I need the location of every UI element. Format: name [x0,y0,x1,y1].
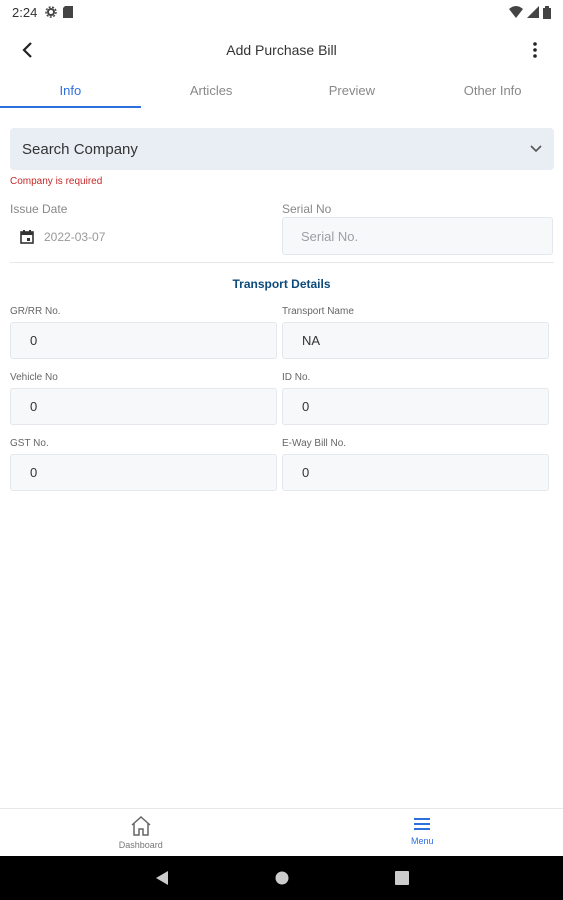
serial-no-label: Serial No [282,202,332,216]
circle-home-icon [275,871,289,885]
vehicle-no-input[interactable]: 0 [10,388,277,425]
company-error-text: Company is required [10,176,103,187]
gr-rr-no-label: GR/RR No. [10,306,61,317]
status-time: 2:24 [12,4,38,20]
transport-name-label: Transport Name [282,306,354,317]
tab-bar: Info Articles Preview Other Info [0,76,563,108]
tab-preview[interactable]: Preview [282,76,423,108]
triangle-back-icon [156,871,168,885]
wifi-icon [509,6,523,18]
gr-rr-no-input[interactable]: 0 [10,322,277,359]
serial-no-input[interactable]: Serial No. [282,217,553,255]
menu-icon [414,818,431,830]
issue-date-label: Issue Date [10,202,68,216]
square-recents-icon [395,871,409,885]
tab-articles[interactable]: Articles [141,76,282,108]
company-search-placeholder: Search Company [22,140,138,158]
home-icon [131,815,151,836]
back-button[interactable] [14,36,42,64]
system-recents-button[interactable] [394,870,410,886]
page-title: Add Purchase Bill [226,42,337,58]
chevron-down-icon [530,145,542,153]
arrow-back-icon [22,42,32,58]
tab-other-info[interactable]: Other Info [422,76,563,108]
signal-icon [527,6,539,18]
app-bar: Add Purchase Bill [0,28,563,72]
vehicle-no-label: Vehicle No [10,372,58,383]
nav-menu-label: Menu [410,836,434,846]
gst-no-label: GST No. [10,438,49,449]
transport-details-title: Transport Details [232,277,331,291]
company-search-select[interactable]: Search Company [10,128,554,170]
calendar-icon [20,230,34,244]
battery-icon [543,5,551,19]
bottom-navigation: Dashboard Menu [0,808,563,856]
issue-date-picker[interactable]: 2022-03-07 [20,230,105,244]
status-bar: 2:24 [0,0,563,24]
more-vert-icon [533,42,537,58]
settings-icon [45,6,58,18]
system-back-button[interactable] [154,870,170,886]
more-options-button[interactable] [521,36,549,64]
nav-dashboard[interactable]: Dashboard [0,809,282,856]
issue-date-value: 2022-03-07 [44,230,106,244]
divider [10,262,554,263]
system-navigation-bar [0,856,563,900]
tab-info[interactable]: Info [0,76,141,108]
transport-name-input[interactable]: NA [282,322,549,359]
nav-menu[interactable]: Menu [282,809,563,856]
id-no-label: ID No. [282,372,311,383]
system-home-button[interactable] [274,870,290,886]
eway-bill-no-label: E-Way Bill No. [282,438,347,449]
gst-no-input[interactable]: 0 [10,454,277,491]
id-no-input[interactable]: 0 [282,388,549,425]
eway-bill-no-input[interactable]: 0 [282,454,549,491]
sd-card-icon [63,6,74,18]
nav-dashboard-label: Dashboard [118,840,163,850]
